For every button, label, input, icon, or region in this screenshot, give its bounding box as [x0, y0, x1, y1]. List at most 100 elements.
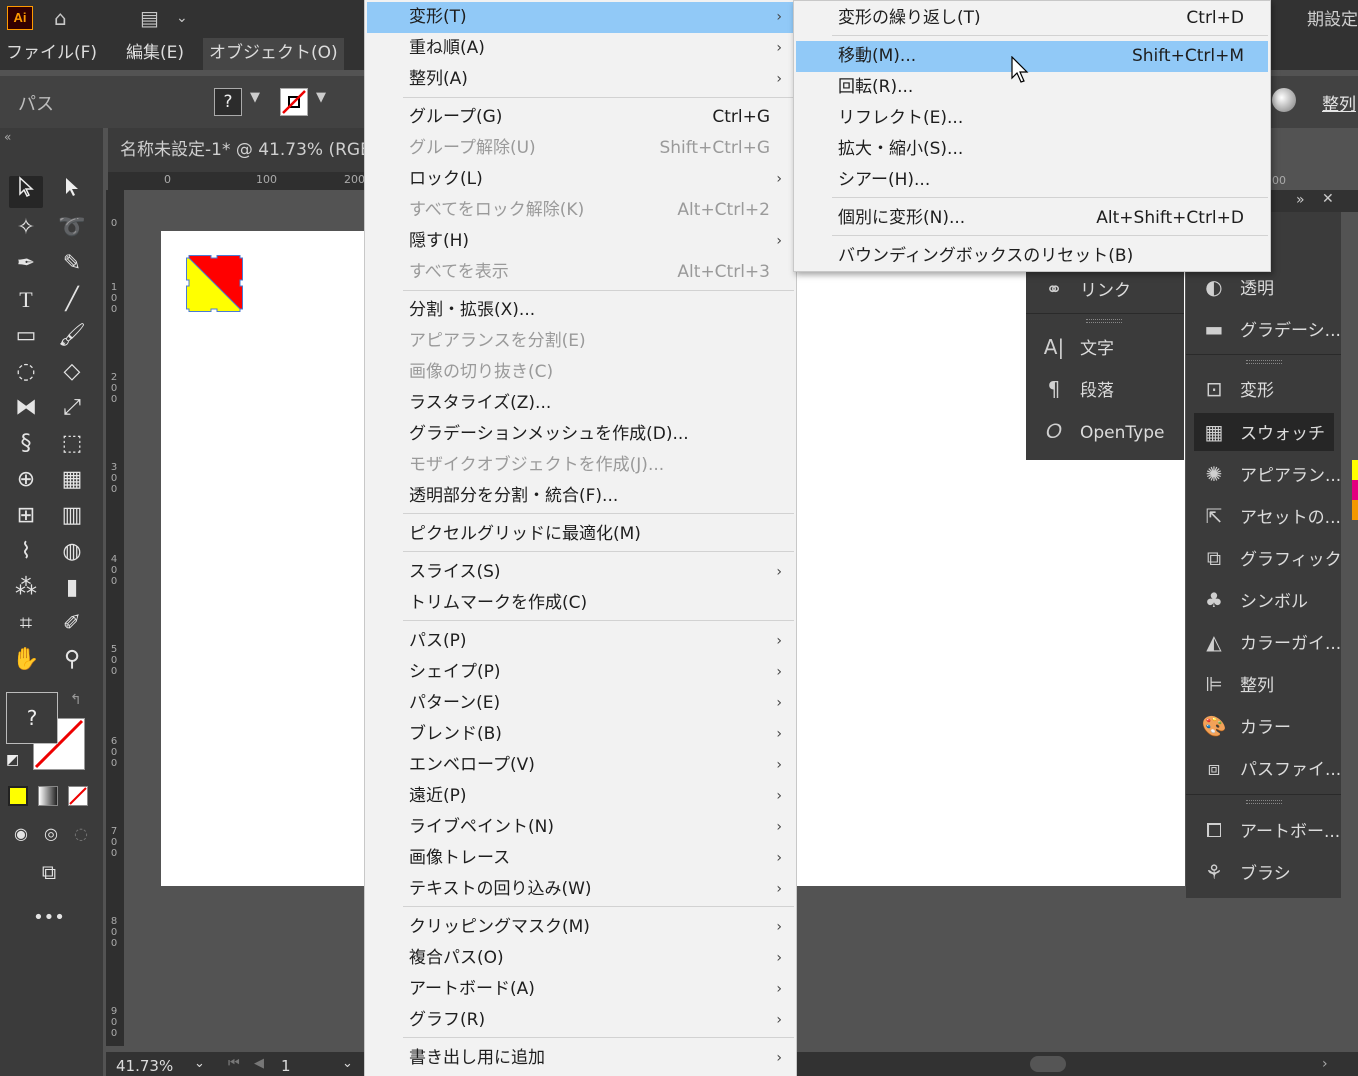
menu-item-arrange[interactable]: 重ね順(A) ›: [367, 33, 794, 64]
menu-item-create-gradient-mesh[interactable]: グラデーションメッシュを作成(D)...: [367, 419, 794, 450]
recolor-artwork-icon[interactable]: [1272, 88, 1296, 112]
eyedropper-tool-icon[interactable]: ⌇: [9, 536, 43, 568]
collapse-panel-icon[interactable]: «: [4, 130, 11, 144]
artboard-tool-icon[interactable]: ⌗: [9, 608, 43, 640]
panel-item-align[interactable]: ⊫ 整列: [1186, 665, 1341, 703]
menu-edit[interactable]: 編集(E): [120, 38, 190, 70]
menu-item-compound-path[interactable]: 複合パス(O) ›: [367, 943, 794, 974]
zoom-tool-icon[interactable]: ⚲: [55, 644, 89, 676]
swatch-strip[interactable]: [1352, 460, 1358, 540]
panel-item-paragraph[interactable]: ¶ 段落: [1026, 370, 1184, 408]
zoom-level-field[interactable]: 41.73%: [116, 1057, 173, 1075]
panel-grip[interactable]: [1246, 800, 1282, 804]
draw-normal-icon[interactable]: ◉: [4, 818, 38, 850]
menu-item-group[interactable]: グループ(G) Ctrl+G: [367, 102, 794, 133]
panel-item-opentype[interactable]: 𝑂 OpenType: [1026, 412, 1184, 450]
menu-item-rasterize[interactable]: ラスタライズ(Z)...: [367, 388, 794, 419]
slice-tool-icon[interactable]: ✐: [55, 608, 89, 640]
menu-item-flatten-transparency[interactable]: 透明部分を分割・統合(F)...: [367, 481, 794, 512]
submenu-item-rotate[interactable]: 回転(R)...: [796, 72, 1268, 103]
menu-object[interactable]: オブジェクト(O): [203, 38, 344, 70]
chevron-down-icon[interactable]: ⌄: [194, 1056, 205, 1071]
submenu-item-reflect[interactable]: リフレクト(E)...: [796, 103, 1268, 134]
panel-grip[interactable]: [1086, 319, 1122, 323]
submenu-item-transform-again[interactable]: 変形の繰り返し(T) Ctrl+D: [796, 3, 1268, 34]
line-tool-icon[interactable]: ╱: [55, 284, 89, 316]
horizontal-scrollbar[interactable]: [797, 1052, 1358, 1076]
reflect-tool-icon[interactable]: ⧓: [9, 392, 43, 424]
panel-item-artboards[interactable]: ⧠ アートボー...: [1186, 811, 1341, 849]
eraser-tool-icon[interactable]: ◇: [55, 356, 89, 388]
menu-item-blend[interactable]: ブレンド(B) ›: [367, 719, 794, 750]
panel-item-character[interactable]: A| 文字: [1026, 328, 1184, 366]
none-mode-button[interactable]: [68, 786, 88, 806]
panel-item-appearance[interactable]: ✺ アピアラン...: [1186, 455, 1341, 493]
menu-item-expand[interactable]: 分割・拡張(X)...: [367, 295, 794, 326]
panel-item-transform[interactable]: ⊡ 変形: [1186, 370, 1341, 408]
submenu-item-transform-each[interactable]: 個別に変形(N)... Alt+Shift+Ctrl+D: [796, 203, 1268, 234]
chevron-down-icon[interactable]: ▼: [250, 90, 260, 105]
warp-tool-icon[interactable]: §: [9, 428, 43, 460]
pen-tool-icon[interactable]: ✒: [9, 248, 43, 280]
menu-item-ungroup[interactable]: グループ解除(U) Shift+Ctrl+G: [367, 133, 794, 164]
draw-behind-icon[interactable]: ◎: [34, 818, 68, 850]
swatch-yellow[interactable]: [1352, 460, 1358, 480]
direct-selection-tool-icon[interactable]: [55, 176, 89, 208]
menu-item-create-object-mosaic[interactable]: モザイクオブジェクトを作成(J)...: [367, 450, 794, 481]
fill-color-box[interactable]: ?: [214, 88, 242, 116]
panel-item-asset-export[interactable]: ⇱ アセットの...: [1186, 497, 1341, 535]
free-transform-tool-icon[interactable]: ⬚: [55, 428, 89, 460]
scrollbar-thumb[interactable]: [1030, 1056, 1066, 1072]
menu-item-lock[interactable]: ロック(L) ›: [367, 164, 794, 195]
menu-item-create-trim-marks[interactable]: トリムマークを作成(C): [367, 588, 794, 619]
panel-item-gradient[interactable]: ▬ グラデーシ...: [1186, 310, 1341, 348]
swap-colors-icon[interactable]: ↰: [70, 692, 82, 708]
previous-artboard-icon[interactable]: ◀: [254, 1056, 264, 1071]
more-tools-icon[interactable]: •••: [32, 902, 66, 934]
artboard-number-field[interactable]: 1: [281, 1057, 291, 1075]
menu-item-unlock-all[interactable]: すべてをロック解除(K) Alt+Ctrl+2: [367, 195, 794, 226]
rectangle-tool-icon[interactable]: ▭: [9, 320, 43, 352]
submenu-item-shear[interactable]: シアー(H)...: [796, 165, 1268, 196]
menu-item-artboards[interactable]: アートボード(A) ›: [367, 974, 794, 1005]
chevron-down-icon[interactable]: ▼: [316, 90, 326, 105]
mesh-tool-icon[interactable]: ⊞: [9, 500, 43, 532]
lasso-tool-icon[interactable]: ➰: [55, 212, 89, 244]
magic-wand-tool-icon[interactable]: ✧: [9, 212, 43, 244]
screen-mode-icon[interactable]: ⧉: [32, 856, 66, 888]
menu-item-text-wrap[interactable]: テキストの回り込み(W) ›: [367, 874, 794, 905]
workspace-switcher[interactable]: 期設定: [1307, 5, 1358, 30]
gradient-tool-icon[interactable]: ▥: [55, 500, 89, 532]
menu-item-expand-appearance[interactable]: アピアランスを分割(E): [367, 326, 794, 357]
panel-item-transparency[interactable]: ◐ 透明: [1186, 268, 1341, 306]
menu-item-image-trace[interactable]: 画像トレース ›: [367, 843, 794, 874]
panel-item-pathfinder[interactable]: ⧈ パスファイ...: [1186, 749, 1341, 787]
panel-item-graphic-styles[interactable]: ⧉ グラフィック...: [1186, 539, 1341, 577]
shaper-tool-icon[interactable]: ◌: [9, 356, 43, 388]
menu-item-shape[interactable]: シェイプ(P) ›: [367, 657, 794, 688]
blend-tool-icon[interactable]: ◍: [55, 536, 89, 568]
graph-tool-icon[interactable]: ▮: [55, 572, 89, 604]
menu-item-perspective[interactable]: 遠近(P) ›: [367, 781, 794, 812]
arrange-documents-icon[interactable]: ▤: [140, 6, 159, 30]
panel-item-brushes[interactable]: ⚘ ブラシ: [1186, 853, 1341, 891]
panel-item-color[interactable]: 🎨 カラー: [1186, 707, 1341, 745]
stroke-color-box[interactable]: [280, 88, 308, 116]
panel-item-links[interactable]: ⚭ リンク: [1026, 270, 1184, 308]
menu-item-align[interactable]: 整列(A) ›: [367, 64, 794, 95]
chevron-down-icon[interactable]: ⌄: [342, 1056, 353, 1071]
hand-tool-icon[interactable]: ✋: [9, 644, 43, 676]
default-colors-icon[interactable]: ◩: [6, 752, 19, 768]
panel-item-symbols[interactable]: ♣ シンボル: [1186, 581, 1341, 619]
close-icon[interactable]: ✕: [1322, 191, 1334, 207]
color-mode-button[interactable]: [8, 786, 28, 806]
submenu-item-scale[interactable]: 拡大・縮小(S)...: [796, 134, 1268, 165]
menu-item-envelope-distort[interactable]: エンベロープ(V) ›: [367, 750, 794, 781]
chevron-down-icon[interactable]: ⌄: [176, 10, 188, 26]
shape-builder-tool-icon[interactable]: ⊕: [9, 464, 43, 496]
menu-item-add-to-export[interactable]: 書き出し用に追加 ›: [367, 1043, 794, 1074]
submenu-item-move[interactable]: 移動(M)... Shift+Ctrl+M: [796, 41, 1268, 72]
panel-item-swatches[interactable]: ▦ スウォッチ: [1194, 413, 1334, 451]
selection-tool-icon[interactable]: [9, 176, 43, 208]
expand-panels-icon[interactable]: »: [1296, 192, 1305, 208]
